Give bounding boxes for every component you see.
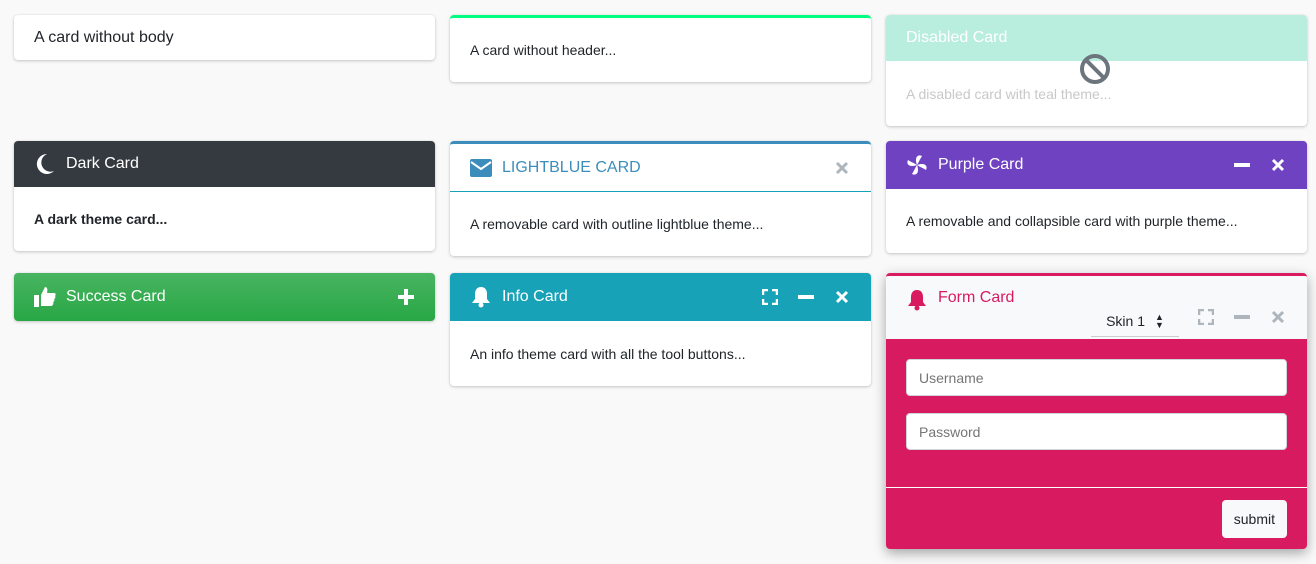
- card-text: A dark theme card...: [34, 211, 168, 227]
- form-body: [886, 339, 1307, 487]
- ban-icon: [1080, 54, 1110, 84]
- bell-icon: [906, 289, 928, 311]
- card-title: Disabled Card: [906, 29, 1008, 46]
- card-text: An info theme card with all the tool but…: [470, 345, 746, 362]
- card-title: Form Card: [938, 289, 1015, 306]
- info-card: Info Card An info theme card with all th…: [450, 273, 871, 386]
- card-title: Info Card: [502, 288, 568, 305]
- username-input[interactable]: [906, 359, 1287, 396]
- sort-icon: ▲ ▼: [1155, 311, 1164, 330]
- card-text: A removable card with outline lightblue …: [470, 216, 764, 232]
- collapse-button[interactable]: [1233, 156, 1251, 174]
- card-text: A removable and collapsible card with pu…: [906, 213, 1238, 229]
- card-title: LIGHTBLUE CARD: [502, 158, 641, 176]
- card-text: A disabled card with teal theme...: [906, 85, 1112, 102]
- envelope-icon: [470, 158, 492, 177]
- maximize-button[interactable]: [761, 288, 779, 306]
- form-footer: submit: [886, 487, 1307, 549]
- card-without-body: A card without body: [14, 15, 435, 60]
- disabled-card: Disabled Card A disabled card with teal …: [886, 15, 1307, 126]
- moon-icon: [34, 153, 56, 175]
- thumbs-up-icon: [34, 286, 56, 308]
- close-button[interactable]: [833, 159, 851, 177]
- lightblue-card: LIGHTBLUE CARD A removable card with out…: [450, 141, 871, 256]
- purple-card: Purple Card A removable and collapsible …: [886, 141, 1307, 253]
- card-title: A card without body: [34, 28, 174, 46]
- card-without-header: A card without header...: [450, 15, 871, 82]
- skin-select-value: Skin 1: [1106, 312, 1145, 329]
- skin-select[interactable]: Skin 1 ▲ ▼: [1091, 305, 1179, 337]
- bell-icon: [470, 286, 492, 308]
- expand-button[interactable]: [397, 288, 415, 306]
- password-input[interactable]: [906, 413, 1287, 450]
- close-button[interactable]: [1269, 308, 1287, 326]
- maximize-button[interactable]: [1197, 308, 1215, 326]
- form-card: Form Card Skin 1 ▲▼ submit: [886, 273, 1307, 549]
- success-card: Success Card: [14, 273, 435, 321]
- dark-card: Dark Card A dark theme card...: [14, 141, 435, 251]
- card-title: Success Card: [66, 288, 166, 305]
- fan-icon: [906, 154, 928, 176]
- collapse-button[interactable]: [797, 288, 815, 306]
- card-title: Purple Card: [938, 156, 1024, 173]
- close-button[interactable]: [1269, 156, 1287, 174]
- close-button[interactable]: [833, 288, 851, 306]
- card-text: A card without header...: [470, 42, 617, 58]
- submit-button[interactable]: submit: [1221, 499, 1287, 538]
- collapse-button[interactable]: [1233, 308, 1251, 326]
- card-title: Dark Card: [66, 155, 139, 172]
